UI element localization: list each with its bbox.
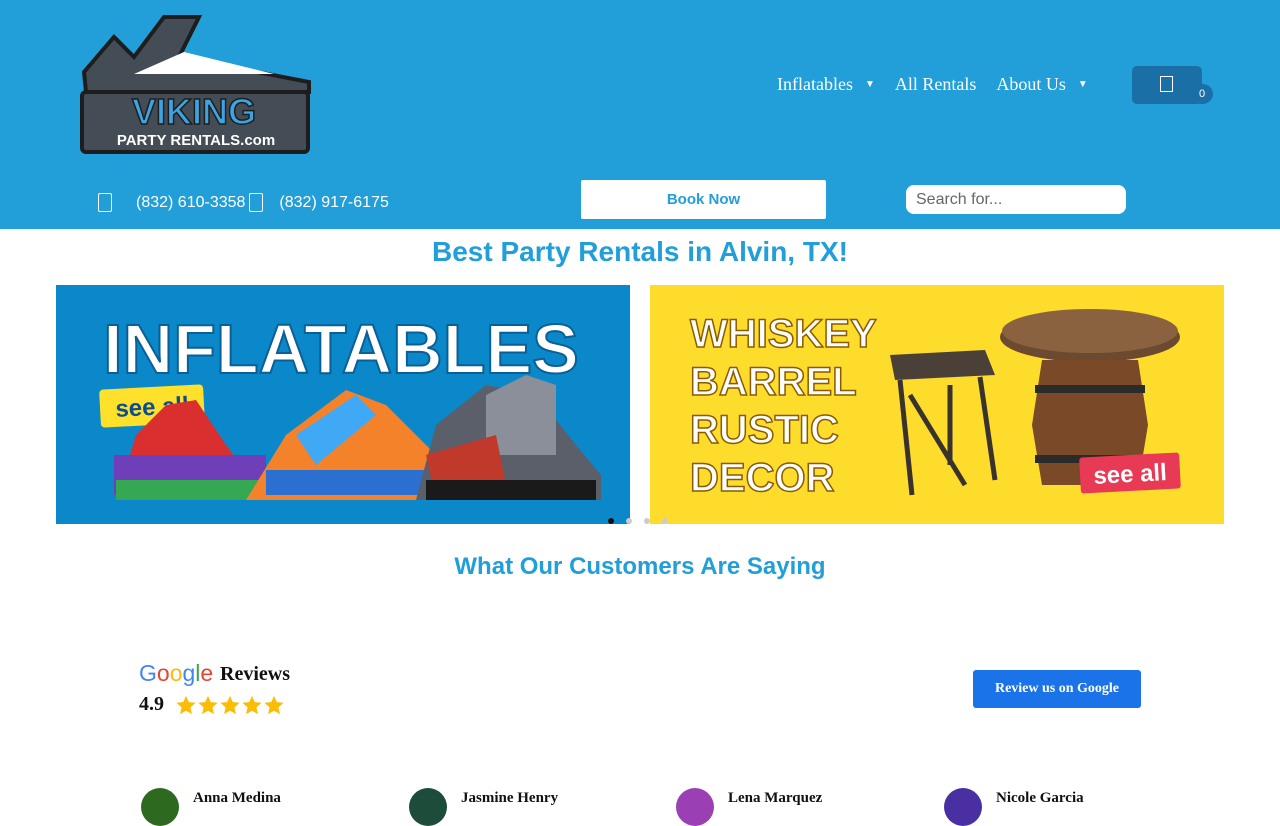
star-icon: [264, 695, 284, 715]
star-icon: [242, 695, 262, 715]
reviewer-name: Anna Medina: [193, 790, 281, 806]
carousel-dots: [608, 518, 680, 524]
nav-label-about-us: About Us: [996, 74, 1066, 94]
reviewer-card: Anna Medina: [141, 788, 281, 826]
banner-heading-line-4: DECOR: [690, 456, 835, 500]
avatar: [676, 788, 714, 826]
whiskey-barrel-banner-art: WHISKEY BARREL RUSTIC DECOR see all: [689, 309, 1181, 501]
carousel-dot[interactable]: [608, 518, 614, 524]
viking-logo[interactable]: VIKING PARTY RENTALS.com: [74, 12, 314, 157]
star-icon: [220, 695, 240, 715]
reviewer-name: Jasmine Henry: [461, 790, 559, 806]
page-title: Best Party Rentals in Alvin, TX!: [432, 236, 848, 267]
banner-heading-line-2: BARREL: [690, 360, 857, 404]
phone-icon: [98, 193, 112, 212]
logo-text-viking: VIKING: [132, 91, 256, 132]
caret-down-icon: ▼: [1077, 79, 1088, 90]
carousel-dot[interactable]: [644, 518, 650, 524]
inflatables-banner-art: INFLATABLES see all: [99, 309, 601, 500]
see-all-badge: see all: [1079, 452, 1181, 494]
banner-heading-line-3: RUSTIC: [690, 408, 839, 452]
star-icon: [176, 695, 196, 715]
carousel-dot[interactable]: [662, 518, 668, 524]
avatar: [141, 788, 179, 826]
see-all-label: see all: [1093, 459, 1168, 490]
reviewer-card: Nicole Garcia: [944, 788, 1084, 826]
site-header: VIKING PARTY RENTALS.com Inflatables ▼ A…: [0, 0, 1280, 229]
phone-icon: [249, 193, 264, 212]
reviewer-name: Nicole Garcia: [996, 790, 1084, 806]
carousel-dot[interactable]: [626, 518, 632, 524]
avatar: [944, 788, 982, 826]
search-input[interactable]: [906, 185, 1126, 214]
rating-stars: [175, 694, 285, 716]
cart-icon: [1160, 76, 1173, 92]
reviewer-name: Lena Marquez: [728, 790, 823, 806]
star-icon: [198, 695, 218, 715]
whiskey-barrel-banner[interactable]: WHISKEY BARREL RUSTIC DECOR see all: [650, 285, 1224, 524]
reviewer-card: Jasmine Henry: [409, 788, 558, 826]
book-now-button[interactable]: Book Now: [581, 180, 826, 219]
caret-down-icon: ▼: [864, 79, 875, 90]
google-logo: Google: [139, 660, 214, 686]
phone-number-1[interactable]: (832) 610-3358: [136, 194, 245, 212]
banner-heading-inflatables: INFLATABLES: [103, 310, 579, 388]
main-nav: Inflatables ▼ All Rentals About Us ▼: [777, 74, 1108, 95]
rating-value: 4.9: [139, 693, 164, 715]
reviews-section-title: What Our Customers Are Saying: [454, 553, 826, 580]
nav-item-inflatables[interactable]: Inflatables ▼: [777, 74, 875, 95]
cart-count-badge: 0: [1191, 84, 1213, 104]
nav-item-about-us[interactable]: About Us ▼: [996, 74, 1087, 95]
banner-heading-line-1: WHISKEY: [690, 312, 877, 356]
logo-text-rentals: PARTY RENTALS.com: [117, 132, 275, 149]
phone-row: (832) 610-3358 (832) 917-6175: [98, 193, 393, 212]
reviewer-card: Lena Marquez: [676, 788, 822, 826]
review-us-on-google-button[interactable]: Review us on Google: [973, 670, 1141, 708]
nav-item-all-rentals[interactable]: All Rentals: [895, 74, 977, 95]
avatar: [409, 788, 447, 826]
phone-number-2[interactable]: (832) 917-6175: [279, 194, 388, 212]
nav-label-all-rentals: All Rentals: [894, 74, 977, 94]
reviews-label: Reviews: [220, 663, 290, 685]
nav-label-inflatables: Inflatables: [777, 74, 853, 94]
inflatables-banner[interactable]: INFLATABLES see all: [56, 285, 630, 524]
